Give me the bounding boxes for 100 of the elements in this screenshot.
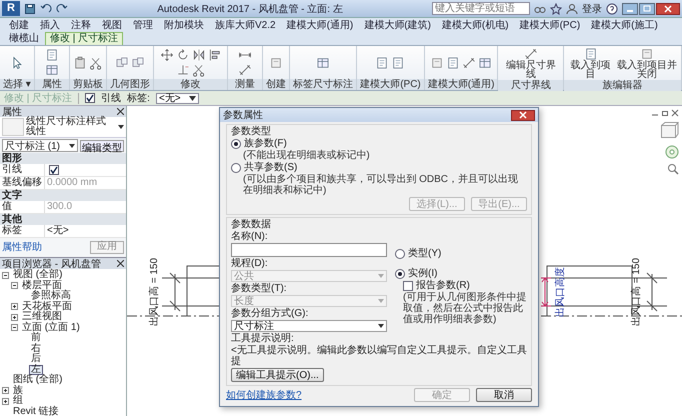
dimension-line-icon[interactable] — [462, 56, 476, 70]
tree-item[interactable]: 组 — [11, 396, 25, 406]
minimize-icon[interactable] — [622, 2, 638, 14]
help-icon[interactable] — [606, 2, 618, 14]
zoom-icon[interactable] — [667, 163, 679, 175]
ribbon-tab[interactable]: 注释 — [66, 19, 96, 32]
tree-item[interactable]: 右 — [29, 344, 43, 354]
collapse-icon[interactable] — [11, 324, 18, 332]
help-link[interactable]: 如何创建族参数? — [226, 390, 302, 400]
document-icon[interactable] — [45, 48, 59, 62]
tree-item[interactable]: 楼层平面 — [20, 280, 64, 291]
radio-button[interactable] — [231, 162, 241, 172]
ribbon-tab[interactable]: 橄榄山 — [4, 32, 44, 45]
redo-icon[interactable] — [56, 2, 68, 14]
family-icon[interactable] — [269, 56, 284, 70]
align-icon[interactable] — [208, 48, 222, 62]
sign-in-link[interactable]: 登录 — [582, 2, 602, 16]
close-icon[interactable] — [671, 109, 679, 117]
radio-button[interactable] — [395, 268, 405, 278]
expand-icon[interactable] — [11, 314, 18, 321]
expand-icon[interactable] — [11, 303, 18, 310]
steering-wheel-icon[interactable] — [665, 145, 679, 159]
label-dropdown[interactable]: <无> — [156, 92, 199, 104]
revit-logo[interactable]: R — [2, 1, 20, 16]
expand-icon[interactable] — [2, 387, 9, 394]
ribbon-tab[interactable]: 建模大师(建筑) — [359, 19, 436, 32]
type-family-name[interactable]: 线性尺寸标注样式 — [26, 117, 116, 127]
caret-icon — [69, 144, 75, 148]
checkbox[interactable] — [85, 93, 96, 103]
join-geometry-icon[interactable] — [131, 56, 146, 70]
user-icon[interactable] — [566, 2, 578, 14]
ribbon-tab[interactable]: 管理 — [128, 19, 158, 32]
ribbon-tab[interactable]: 建模大师(施工) — [586, 19, 663, 32]
properties-help-link[interactable]: 属性帮助 — [2, 240, 42, 254]
document-icon[interactable] — [375, 56, 390, 70]
ribbon-tab[interactable]: 插入 — [35, 19, 65, 32]
radio-button[interactable] — [395, 248, 405, 258]
star-icon[interactable] — [550, 2, 562, 14]
instance-dropdown[interactable]: 尺寸标注 (1) — [2, 139, 78, 152]
document-icon[interactable] — [446, 56, 460, 70]
table-icon[interactable] — [316, 56, 330, 70]
family-icon[interactable] — [430, 56, 444, 70]
ribbon-tab[interactable]: 建模大师(机电) — [436, 19, 514, 32]
close-icon[interactable] — [117, 108, 124, 115]
document-icon[interactable] — [391, 56, 406, 70]
clipboard-icon[interactable] — [73, 56, 88, 70]
table-icon[interactable] — [478, 56, 492, 70]
tree-item[interactable]: 参照标高 — [29, 291, 73, 302]
dialog-button[interactable]: 取消 — [476, 388, 532, 402]
tree-item[interactable]: 立面 (立面 1) — [20, 322, 82, 333]
save-icon[interactable] — [24, 2, 36, 14]
ribbon-tab[interactable]: 附加模块 — [159, 19, 209, 32]
join-geometry-icon[interactable] — [115, 56, 130, 70]
tree-item[interactable]: Revit 链接 — [11, 406, 61, 416]
table-icon[interactable] — [45, 63, 59, 77]
name-field[interactable] — [231, 243, 387, 257]
ribbon-tab[interactable]: 建模大师(通用) — [282, 19, 358, 32]
ribbon-tab[interactable]: 创建 — [4, 19, 34, 32]
tree-item[interactable]: 图纸 (全部) — [11, 375, 64, 386]
restore-icon[interactable] — [661, 109, 669, 117]
ribbon-button[interactable]: 载入到项目 — [567, 47, 614, 79]
ribbon-button[interactable]: 载入到项目并关闭 — [616, 47, 678, 79]
tree-item[interactable]: 族 — [11, 386, 25, 396]
tree-item[interactable]: 左 — [29, 364, 43, 375]
scissors-icon[interactable] — [89, 56, 104, 70]
move-arrows-icon[interactable] — [160, 48, 174, 62]
property-label: 值 — [1, 201, 13, 213]
close-icon[interactable] — [117, 260, 124, 267]
dropdown-field[interactable]: 尺寸标注 — [231, 320, 387, 332]
ribbon-tab[interactable]: 建模大师(PC) — [514, 19, 586, 32]
expand-icon[interactable] — [2, 398, 9, 405]
dimension-line-icon — [524, 47, 538, 61]
undo-icon[interactable] — [40, 2, 52, 14]
trim-icon[interactable] — [176, 63, 190, 77]
checkbox[interactable] — [49, 165, 59, 175]
ribbon-tab[interactable]: 修改 | 尺寸标注 — [45, 32, 124, 45]
property-group-header: 图形 — [0, 153, 126, 164]
collapse-icon[interactable] — [11, 282, 18, 290]
tree-item[interactable]: 前 — [29, 333, 43, 344]
tree-item[interactable]: 天花板平面 — [20, 302, 74, 312]
property-label: 标签 — [1, 225, 23, 237]
edit-tooltip-button[interactable]: 编辑工具提示(O)... — [231, 368, 324, 382]
checkbox[interactable] — [403, 280, 413, 290]
viewcube-icon[interactable] — [659, 121, 679, 141]
close-icon[interactable] — [511, 110, 535, 120]
ribbon-button[interactable]: 编辑尺寸界线 — [501, 47, 560, 79]
ribbon-tab[interactable]: 视图 — [97, 19, 127, 32]
ribbon-tab[interactable]: 族库大师V2.2 — [210, 19, 281, 32]
tree-item[interactable]: 后 — [29, 354, 43, 364]
dimension-line-icon[interactable] — [238, 63, 252, 77]
tree-item[interactable]: 视图 (全部) — [11, 270, 64, 280]
edit-type-button[interactable]: 编辑类型 — [80, 140, 124, 152]
mirror-icon[interactable] — [192, 48, 206, 62]
radio-button[interactable] — [231, 138, 241, 148]
maximize-icon[interactable] — [639, 2, 655, 14]
close-icon[interactable] — [656, 2, 680, 14]
collapse-icon[interactable] — [2, 272, 9, 279]
property-value[interactable]: <无> — [44, 225, 126, 237]
scissors-icon[interactable] — [192, 63, 206, 77]
tree-item[interactable]: 三维视图 — [20, 312, 64, 322]
